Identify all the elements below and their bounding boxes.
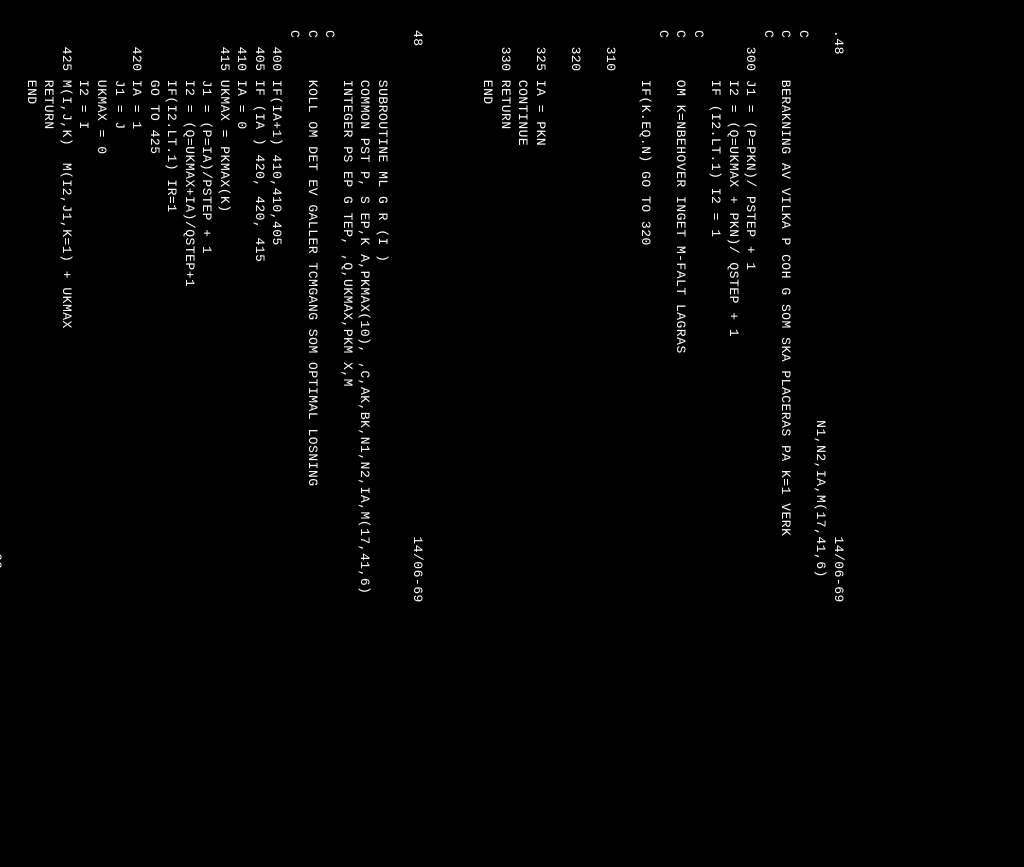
code-line: 400 IF(IA+1) 410,410,405 (270, 30, 285, 246)
footer-page-number: 60 (0, 553, 4, 570)
code-listing-page: .48 14/06-69 N1,N2,IA,M(17,41,6) C C BER… (0, 0, 867, 867)
code-line: J1 = J (112, 30, 127, 130)
code-line: INTEGER PS EP G TEP, ,Q,UKMAX,PKM X,M (340, 30, 355, 387)
code-line: 320 (568, 30, 583, 72)
code-line: CONTINUE (515, 30, 530, 146)
code-line: C (691, 30, 706, 38)
code-line: SUBROUTINE ML G R (I ) (375, 30, 390, 262)
code-line: IF(I2.LT.1) IR=1 (164, 30, 179, 213)
code-line: 425 M(I,J,K) M(I2,J1,K=1) + UKMAX (59, 30, 74, 329)
code-line: UKMAX = 0 (94, 30, 109, 155)
code-line: I2 = I (76, 30, 91, 130)
code-line: COMMON PST P, S EP,K A,PKMAX(10), ,C,AK,… (357, 30, 372, 595)
code-line: I2 = (Q=UKMAX + PKN)/ QSTEP + 1 (726, 30, 741, 337)
code-line: IF(K.EQ.N) GO TO 320 (638, 30, 653, 246)
page-marker-left-2: 48 (410, 30, 425, 47)
code-line: 330 RETURN (498, 30, 513, 130)
code-line: C (287, 30, 302, 38)
code-line: C (761, 30, 776, 38)
code-line: 300 J1 = (P=PKN)/ PSTEP + 1 (743, 30, 758, 271)
code-line: I2 = (Q=UKMAX+IA)/QSTEP+1 (182, 30, 197, 287)
page-marker-left: .48 (831, 30, 846, 55)
code-line: 420 IA = 1 (129, 30, 144, 130)
code-line: END (24, 30, 39, 105)
code-line: 310 (603, 30, 618, 72)
code-line: C BERAKNING AV VILKA P COH G SOM SKA PLA… (778, 30, 793, 536)
date-header: 14/06-69 (831, 536, 846, 602)
code-line: RETURN (41, 30, 56, 130)
code-line: C (656, 30, 671, 38)
code-line: GO TO 425 (147, 30, 162, 155)
code-line: IF (I2.LT.1) I2 = 1 (708, 30, 723, 238)
code-line: 325 IA = PKN (533, 30, 548, 146)
code-line: END (480, 30, 495, 105)
code-line: 405 IF (IA ) 420, 420, 415 (252, 30, 267, 262)
code-line: C KOLL OM DET EV GALLER TCMGANG SOM OPTI… (305, 30, 320, 487)
code-line: 410 IA = 0 (234, 30, 249, 130)
code-line: 415 UKMAX = PKMAX(K) (217, 30, 232, 213)
continuation-line: N1,N2,IA,M(17,41,6) (813, 30, 828, 578)
code-line: C OM K=NBEHOVER INGET M-FALT LAGRAS (673, 30, 688, 354)
date-header-2: 14/06-69 (410, 536, 425, 602)
code-line: J1 = (P=IA)/PSTEP + 1 (199, 30, 214, 254)
code-line: C (322, 30, 337, 38)
code-line: C (796, 30, 811, 38)
